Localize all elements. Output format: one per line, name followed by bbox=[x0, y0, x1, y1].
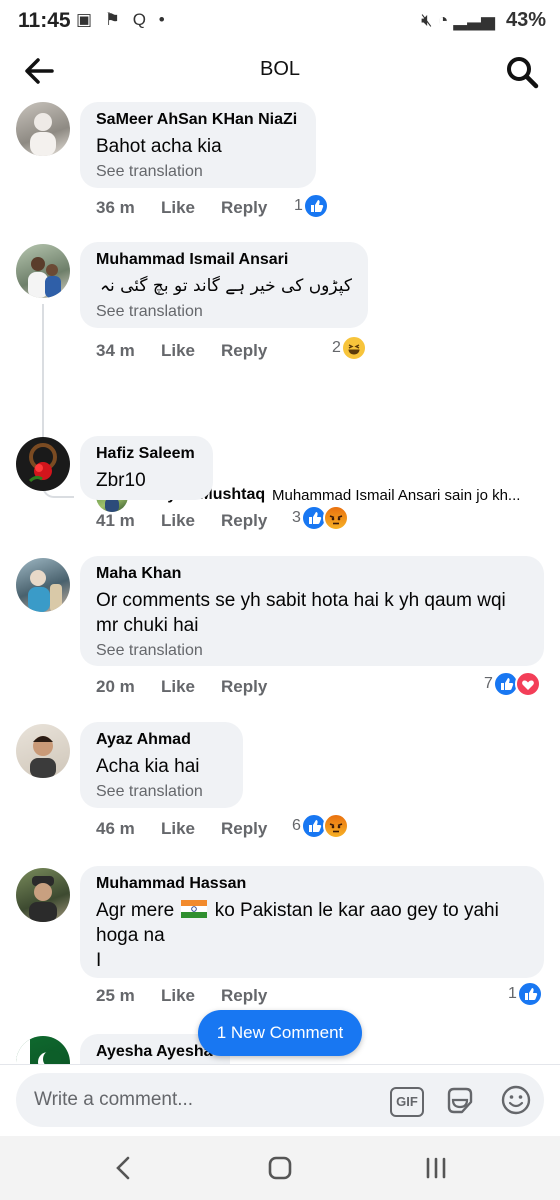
comment-bubble[interactable]: Ayaz Ahmad Acha kia hai See translation bbox=[80, 722, 243, 808]
like-button[interactable]: Like bbox=[161, 511, 195, 531]
recents-nav-icon[interactable] bbox=[416, 1152, 456, 1184]
comment-time: 25 m bbox=[96, 986, 135, 1005]
sticker-icon[interactable] bbox=[444, 1085, 476, 1117]
comment-text: Agr mere ko Pakistan le kar aao gey to y… bbox=[96, 898, 528, 973]
see-translation-link[interactable]: See translation bbox=[96, 781, 227, 803]
page-title: BOL bbox=[259, 58, 301, 80]
comment-text-line: I bbox=[96, 950, 102, 971]
avatar[interactable] bbox=[16, 244, 70, 298]
like-button[interactable]: Like bbox=[161, 819, 195, 839]
comment-time: 20 m bbox=[96, 677, 135, 696]
avatar[interactable] bbox=[16, 437, 70, 491]
status-right: 🔇︎ ◔ ▂▃▅ 43% bbox=[421, 9, 546, 32]
reaction-count: 1 bbox=[508, 985, 517, 1002]
reply-button[interactable]: Reply bbox=[221, 819, 267, 839]
reaction-count: 2 bbox=[332, 339, 341, 356]
status-bar: 11:45 ▣ ⚑ Q • 🔇︎ ◔ ▂▃▅ 43% bbox=[0, 0, 560, 44]
reaction-summary[interactable]: 1 bbox=[508, 981, 543, 1007]
signal-icon: ▂▃▅ bbox=[453, 10, 495, 30]
commenter-name[interactable]: Maha Khan bbox=[96, 564, 528, 584]
commenter-name[interactable]: Ayesha Ayesha bbox=[96, 1042, 214, 1062]
battery-level: 43% bbox=[505, 9, 546, 31]
home-nav-icon[interactable] bbox=[260, 1152, 300, 1184]
gif-button[interactable]: GIF bbox=[390, 1087, 424, 1117]
comment-time: 41 m bbox=[96, 511, 135, 530]
comment-bubble[interactable]: Hafiz Saleem Zbr10 bbox=[80, 436, 213, 500]
reaction-summary[interactable]: 3 bbox=[292, 505, 349, 531]
comment-text: کپڑوں کی خیر ہے گاند تو بچ گئی نہ bbox=[100, 276, 352, 296]
angry-reaction-icon bbox=[322, 813, 349, 839]
reply-button[interactable]: Reply bbox=[221, 511, 267, 531]
comment-text-part: Agr mere bbox=[96, 900, 175, 921]
status-time: 11:45 bbox=[18, 9, 71, 32]
like-button[interactable]: Like bbox=[161, 986, 195, 1006]
like-button[interactable]: Like bbox=[161, 198, 195, 218]
commenter-name[interactable]: Muhammad Hassan bbox=[96, 874, 528, 894]
see-translation-link[interactable]: See translation bbox=[96, 301, 352, 323]
reaction-count: 1 bbox=[294, 197, 303, 214]
avatar[interactable] bbox=[16, 1036, 70, 1064]
comment-text: Acha kia hai bbox=[96, 756, 200, 777]
mute-icon: 🔇︎ bbox=[421, 10, 433, 30]
india-flag-icon bbox=[181, 900, 208, 918]
notification-icons: ▣ ⚑ Q • bbox=[76, 10, 169, 29]
reaction-summary[interactable]: 7 bbox=[484, 671, 541, 697]
comment-text: Or comments se yh sabit hota hai k yh qa… bbox=[96, 590, 506, 636]
comment-text: Zbr10 bbox=[96, 470, 146, 491]
reply-button[interactable]: Reply bbox=[221, 341, 267, 361]
reply-button[interactable]: Reply bbox=[221, 198, 267, 218]
see-translation-link[interactable]: See translation bbox=[96, 161, 300, 183]
comment-input[interactable]: Write a comment... GIF bbox=[16, 1073, 544, 1127]
wifi-icon: ◔ bbox=[437, 10, 449, 30]
commenter-name[interactable]: Muhammad Ismail Ansari bbox=[96, 250, 352, 270]
commenter-name[interactable]: Ayaz Ahmad bbox=[96, 730, 227, 750]
haha-reaction-icon bbox=[340, 335, 367, 361]
new-comment-button[interactable]: 1 New Comment bbox=[198, 1010, 362, 1056]
reaction-summary[interactable]: 1 bbox=[294, 193, 329, 219]
reaction-summary[interactable]: 2 bbox=[332, 335, 367, 361]
comment-time: 34 m bbox=[96, 341, 135, 360]
comment-time: 36 m bbox=[96, 198, 135, 217]
see-translation-link[interactable]: See translation bbox=[96, 640, 528, 662]
commenter-name[interactable]: Hafiz Saleem bbox=[96, 444, 197, 464]
comment-composer: Write a comment... GIF bbox=[0, 1064, 560, 1137]
emoji-icon[interactable] bbox=[500, 1084, 532, 1116]
comment-bubble[interactable]: SaMeer AhSan KHan NiaZi Bahot acha kia S… bbox=[80, 102, 316, 188]
reaction-count: 7 bbox=[484, 675, 493, 692]
avatar[interactable] bbox=[16, 558, 70, 612]
back-nav-icon[interactable] bbox=[104, 1152, 144, 1184]
reply-button[interactable]: Reply bbox=[221, 986, 267, 1006]
comment-text: Bahot acha kia bbox=[96, 136, 222, 157]
system-nav-bar bbox=[0, 1136, 560, 1200]
like-reaction-icon bbox=[302, 193, 329, 219]
avatar[interactable] bbox=[16, 724, 70, 778]
comment-bubble[interactable]: Maha Khan Or comments se yh sabit hota h… bbox=[80, 556, 544, 666]
comment-time: 46 m bbox=[96, 819, 135, 838]
comment-input-placeholder: Write a comment... bbox=[34, 1089, 194, 1110]
reaction-count: 3 bbox=[292, 509, 301, 526]
commenter-name[interactable]: SaMeer AhSan KHan NiaZi bbox=[96, 110, 300, 130]
love-reaction-icon bbox=[514, 671, 541, 697]
search-icon[interactable] bbox=[504, 54, 540, 90]
reply-text: Muhammad Ismail Ansari sain jo kh... bbox=[272, 487, 521, 504]
like-button[interactable]: Like bbox=[161, 341, 195, 361]
comment-bubble[interactable]: Muhammad Ismail Ansari کپڑوں کی خیر ہے گ… bbox=[80, 242, 368, 328]
angry-reaction-icon bbox=[322, 505, 349, 531]
reaction-count: 6 bbox=[292, 817, 301, 834]
avatar[interactable] bbox=[16, 102, 70, 156]
comment-bubble[interactable]: Muhammad Hassan Agr mere ko Pakistan le … bbox=[80, 866, 544, 978]
comments-feed[interactable]: SaMeer AhSan KHan NiaZi Bahot acha kia S… bbox=[0, 96, 560, 1064]
like-button[interactable]: Like bbox=[161, 677, 195, 697]
top-bar: BOL bbox=[0, 46, 560, 96]
avatar[interactable] bbox=[16, 868, 70, 922]
reply-button[interactable]: Reply bbox=[221, 677, 267, 697]
reaction-summary[interactable]: 6 bbox=[292, 813, 349, 839]
like-reaction-icon bbox=[516, 981, 543, 1007]
